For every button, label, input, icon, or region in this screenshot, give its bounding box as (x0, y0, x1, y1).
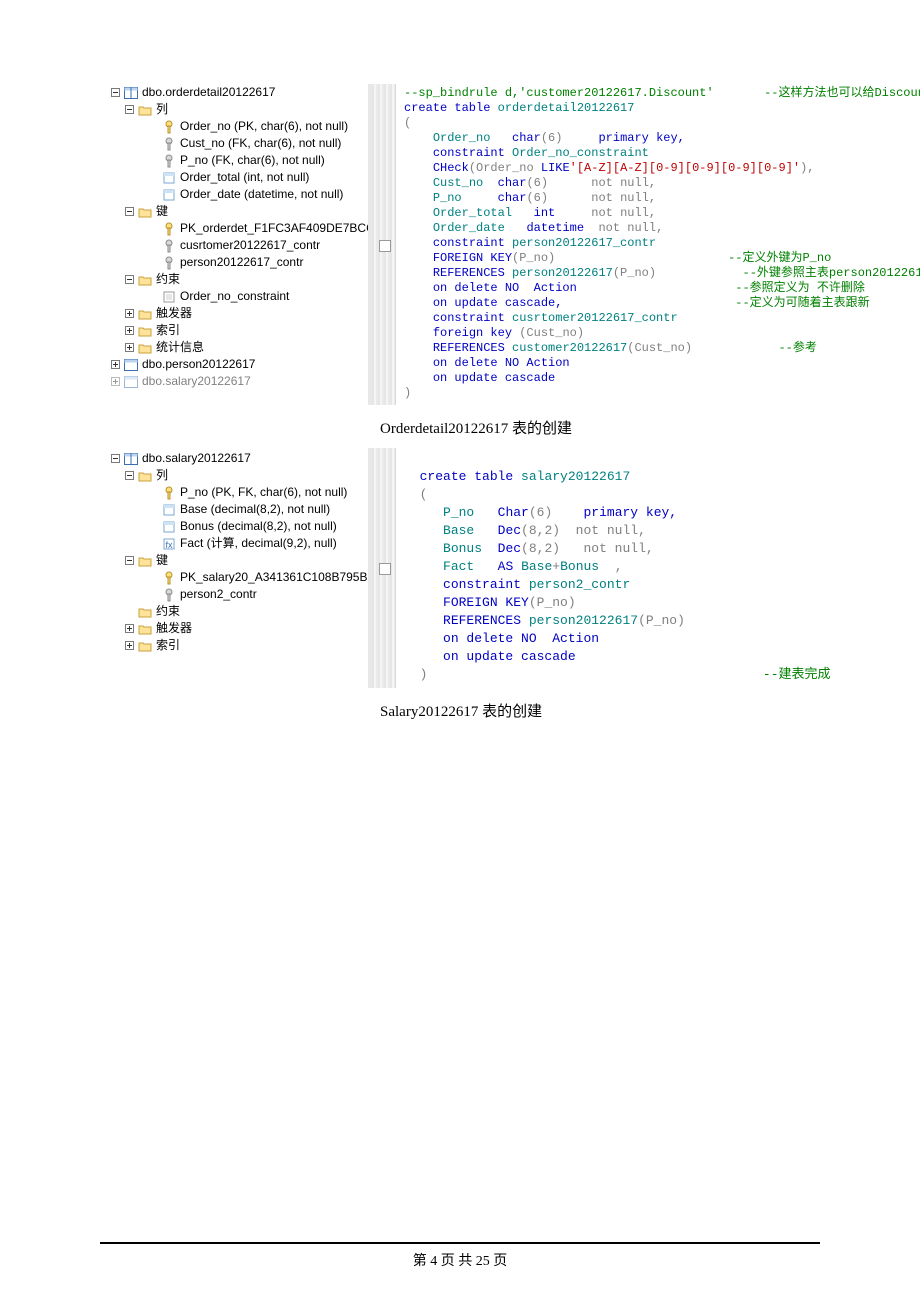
folder-open-icon (138, 554, 152, 568)
pk-key-icon (162, 120, 176, 134)
key-item[interactable]: cusrtomer20122617_contr (110, 237, 368, 254)
page-footer: 第 4 页 共 25 页 (0, 1250, 920, 1270)
expand-icon[interactable] (124, 309, 134, 319)
table-node[interactable]: dbo.salary20122617 (110, 373, 368, 390)
sql-editor-orderdetail[interactable]: --sp_bindrule d,'customer20122617.Discou… (368, 84, 920, 405)
key-item[interactable]: person20122617_contr (110, 254, 368, 271)
keys-folder[interactable]: 键 (110, 552, 368, 569)
code-gutter (372, 84, 396, 405)
expand-icon[interactable] (110, 360, 120, 370)
table-icon (124, 452, 138, 466)
fk-key-icon (162, 588, 176, 602)
folder-open-icon (138, 205, 152, 219)
sql-editor-salary[interactable]: create table salary20122617 ( P_no Char(… (368, 448, 837, 688)
column-item[interactable]: fxFact (计算, decimal(9,2), null) (110, 535, 368, 552)
folder-open-icon (138, 273, 152, 287)
column-item[interactable]: P_no (PK, FK, char(6), not null) (110, 484, 368, 501)
constraints-folder[interactable]: 约束 (110, 603, 368, 620)
object-explorer-orderdetail: dbo.orderdetail20122617 列 Order_no (PK, … (110, 84, 368, 390)
triggers-folder[interactable]: 触发器 (110, 305, 368, 322)
column-icon (162, 171, 176, 185)
indexes-folder[interactable]: 索引 (110, 322, 368, 339)
table-icon (124, 86, 138, 100)
collapse-icon[interactable] (124, 105, 134, 115)
computed-column-icon: fx (162, 537, 176, 551)
collapse-icon[interactable] (124, 207, 134, 217)
expand-icon[interactable] (110, 377, 120, 387)
pk-key-icon (162, 222, 176, 236)
code-gutter (372, 448, 396, 688)
table-node[interactable]: dbo.person20122617 (110, 356, 368, 373)
key-item[interactable]: person2_contr (110, 586, 368, 603)
column-item[interactable]: Base (decimal(8,2), not null) (110, 501, 368, 518)
table-icon (124, 375, 138, 389)
expand-icon[interactable] (124, 624, 134, 634)
fk-key-icon (162, 154, 176, 168)
expand-icon[interactable] (124, 641, 134, 651)
columns-folder[interactable]: 列 (110, 101, 368, 118)
pk-key-icon (162, 571, 176, 585)
column-icon (162, 503, 176, 517)
fk-key-icon (162, 256, 176, 270)
column-icon (162, 188, 176, 202)
fk-key-icon (162, 239, 176, 253)
column-item[interactable]: Bonus (decimal(8,2), not null) (110, 518, 368, 535)
fk-key-icon (162, 137, 176, 151)
constraint-icon (162, 290, 176, 304)
folder-open-icon (138, 469, 152, 483)
folder-icon (138, 622, 152, 636)
key-item[interactable]: PK_salary20_A341361C108B795B (110, 569, 368, 586)
caption-orderdetail: Orderdetail20122617 表的创建 (110, 417, 820, 438)
caption-salary: Salary20122617 表的创建 (110, 700, 820, 721)
column-icon (162, 520, 176, 534)
svg-text:fx: fx (165, 540, 173, 550)
collapse-icon[interactable] (110, 454, 120, 464)
folder-icon (138, 341, 152, 355)
keys-folder[interactable]: 键 (110, 203, 368, 220)
pk-key-icon (162, 486, 176, 500)
expand-icon[interactable] (124, 326, 134, 336)
constraint-item[interactable]: Order_no_constraint (110, 288, 368, 305)
folder-icon (138, 307, 152, 321)
column-item[interactable]: P_no (FK, char(6), not null) (110, 152, 368, 169)
collapse-icon[interactable] (124, 556, 134, 566)
object-explorer-salary: dbo.salary20122617 列 P_no (PK, FK, char(… (110, 448, 368, 654)
folder-icon (138, 605, 152, 619)
folder-icon (138, 639, 152, 653)
column-item[interactable]: Order_date (datetime, not null) (110, 186, 368, 203)
footer-rule (100, 1242, 820, 1244)
table-icon (124, 358, 138, 372)
code-content: --sp_bindrule d,'customer20122617.Discou… (396, 84, 920, 405)
column-item[interactable]: Order_no (PK, char(6), not null) (110, 118, 368, 135)
stats-folder[interactable]: 统计信息 (110, 339, 368, 356)
column-item[interactable]: Order_total (int, not null) (110, 169, 368, 186)
column-item[interactable]: Cust_no (FK, char(6), not null) (110, 135, 368, 152)
expand-icon[interactable] (124, 343, 134, 353)
constraints-folder[interactable]: 约束 (110, 271, 368, 288)
code-content: create table salary20122617 ( P_no Char(… (396, 448, 837, 688)
folder-icon (138, 324, 152, 338)
collapse-icon[interactable] (124, 275, 134, 285)
collapse-icon[interactable] (124, 471, 134, 481)
folder-open-icon (138, 103, 152, 117)
collapse-icon[interactable] (110, 88, 120, 98)
table-node[interactable]: dbo.orderdetail20122617 (110, 84, 368, 101)
key-item[interactable]: PK_orderdet_F1FC3AF409DE7BCC (110, 220, 368, 237)
table-node[interactable]: dbo.salary20122617 (110, 450, 368, 467)
columns-folder[interactable]: 列 (110, 467, 368, 484)
triggers-folder[interactable]: 触发器 (110, 620, 368, 637)
indexes-folder[interactable]: 索引 (110, 637, 368, 654)
